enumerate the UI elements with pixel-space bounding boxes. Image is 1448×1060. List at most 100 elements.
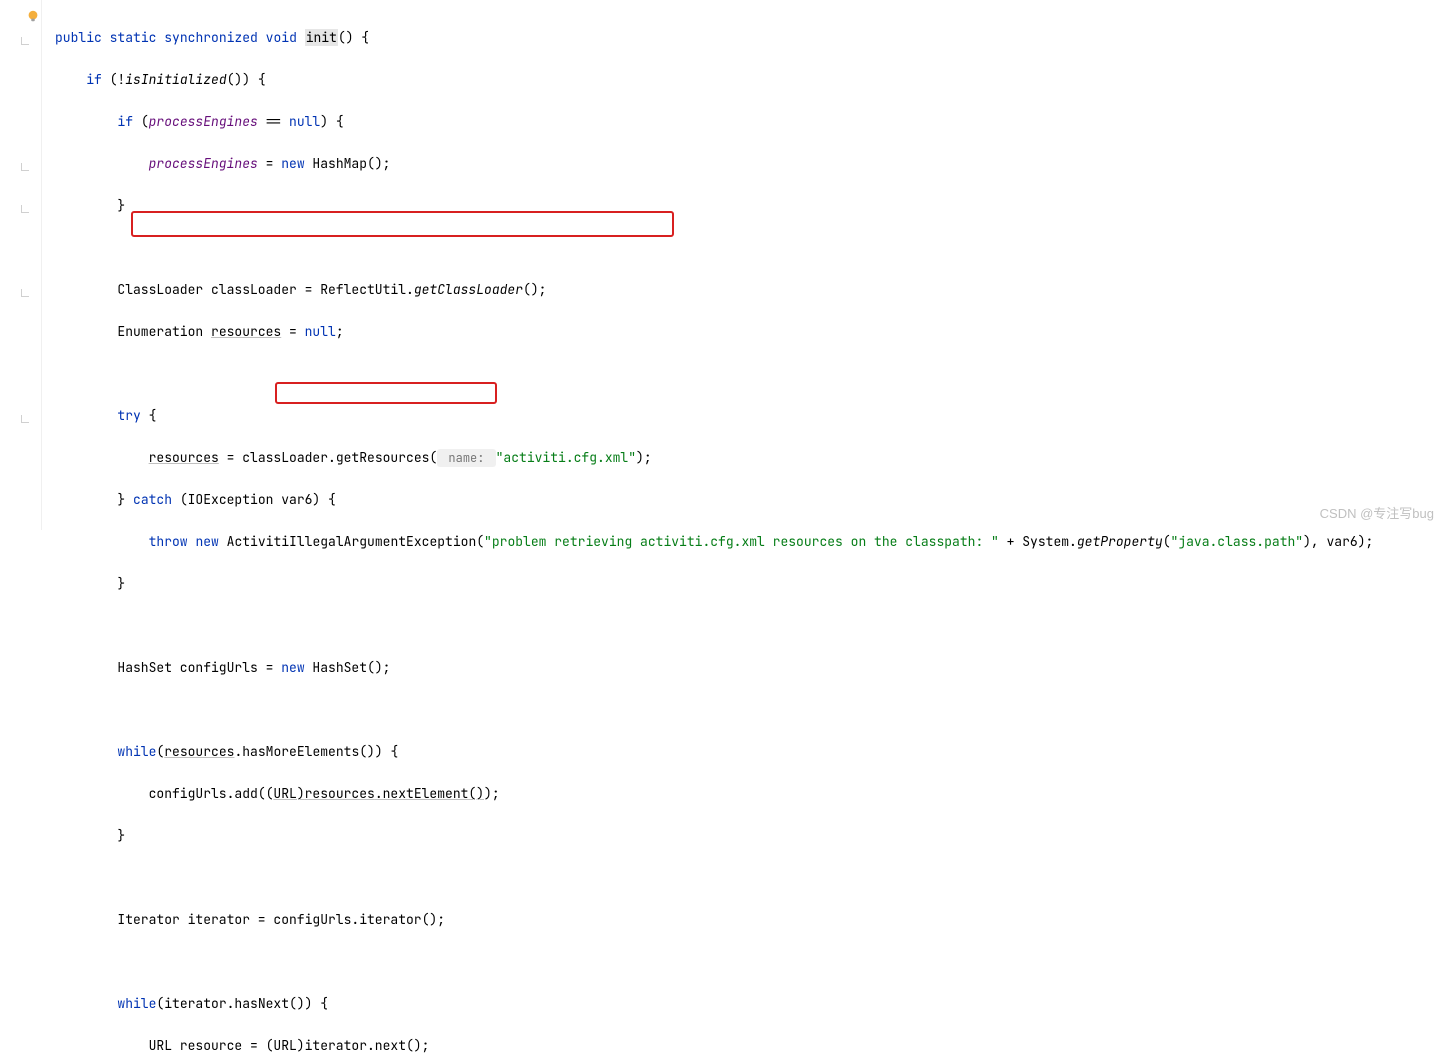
code-text: (iterator.hasNext()) { xyxy=(156,995,328,1012)
code-line[interactable] xyxy=(55,867,1373,888)
code-text: { xyxy=(141,407,157,424)
code-line[interactable]: } catch (IOException var6) { xyxy=(55,489,1373,510)
keyword: if xyxy=(86,71,102,88)
keyword: new xyxy=(195,533,218,550)
fold-mark-icon[interactable] xyxy=(20,162,30,172)
code-text: = xyxy=(281,323,304,340)
method-call: getProperty xyxy=(1077,533,1163,550)
code-line[interactable]: if (!isInitialized()) { xyxy=(55,69,1373,90)
keyword: public xyxy=(55,29,102,46)
field: processEngines xyxy=(149,155,258,172)
code-text: ; xyxy=(336,323,344,340)
keyword: static xyxy=(110,29,157,46)
code-text: URL resource = (URL)iterator.next(); xyxy=(149,1037,430,1054)
code-text: ()) { xyxy=(227,71,266,88)
method-call: getClassLoader xyxy=(414,281,523,298)
code-line[interactable]: if (processEngines == null) { xyxy=(55,111,1373,132)
code-text: + System. xyxy=(999,533,1077,550)
keyword: throw xyxy=(149,533,188,550)
code-text: (IOException var6) { xyxy=(172,491,336,508)
lightbulb-icon[interactable] xyxy=(26,8,40,22)
code-line[interactable]: while(iterator.hasNext()) { xyxy=(55,993,1373,1014)
code-text: ) { xyxy=(320,113,343,130)
string-literal: "activiti.cfg.xml" xyxy=(496,449,636,466)
code-text: (! xyxy=(102,71,125,88)
code-line[interactable]: public static synchronized void init() { xyxy=(55,27,1373,48)
string-literal: "java.class.path" xyxy=(1171,533,1304,550)
code-text: Iterator iterator = configUrls.iterator(… xyxy=(117,911,445,928)
fold-mark-icon[interactable] xyxy=(20,288,30,298)
code-line[interactable]: URL resource = (URL)iterator.next(); xyxy=(55,1035,1373,1056)
code-text: } xyxy=(117,575,125,592)
code-text: } xyxy=(117,491,133,508)
keyword: synchronized xyxy=(164,29,258,46)
watermark-text: CSDN @专注写bug xyxy=(1320,503,1434,524)
code-line[interactable] xyxy=(55,363,1373,384)
keyword: null xyxy=(305,323,336,340)
code-text: .hasMoreElements()) { xyxy=(234,743,398,760)
code-line[interactable] xyxy=(55,951,1373,972)
code-text: ActivitiIllegalArgumentException( xyxy=(219,533,484,550)
code-text: ); xyxy=(484,785,500,802)
code-text: () { xyxy=(338,29,369,46)
code-line[interactable]: } xyxy=(55,825,1373,846)
code-line[interactable]: Iterator iterator = configUrls.iterator(… xyxy=(55,909,1373,930)
code-line[interactable]: resources = classLoader.getResources( na… xyxy=(55,447,1373,468)
variable: resources xyxy=(305,785,375,802)
code-line[interactable]: while(resources.hasMoreElements()) { xyxy=(55,741,1373,762)
code-text: (); xyxy=(523,281,546,298)
code-text: } xyxy=(117,197,125,214)
code-text: Enumeration xyxy=(117,323,211,340)
keyword: new xyxy=(281,659,304,676)
code-text: HashMap(); xyxy=(305,155,391,172)
keyword: if xyxy=(117,113,133,130)
code-line[interactable] xyxy=(55,699,1373,720)
code-line[interactable]: processEngines = new HashMap(); xyxy=(55,153,1373,174)
code-line[interactable]: Enumeration resources = null; xyxy=(55,321,1373,342)
code-line[interactable] xyxy=(55,237,1373,258)
code-line[interactable]: configUrls.add((URL)resources.nextElemen… xyxy=(55,783,1373,804)
code-text: HashSet configUrls = xyxy=(117,659,281,676)
code-line[interactable]: HashSet configUrls = new HashSet(); xyxy=(55,657,1373,678)
code-text: ( xyxy=(156,743,164,760)
keyword: null xyxy=(289,113,320,130)
cast: URL) xyxy=(273,785,304,802)
method-call: .nextElement() xyxy=(375,785,484,802)
keyword: try xyxy=(117,407,140,424)
code-line[interactable]: throw new ActivitiIllegalArgumentExcepti… xyxy=(55,531,1373,552)
code-text: == xyxy=(258,113,289,130)
code-line[interactable]: } xyxy=(55,195,1373,216)
method-name: init xyxy=(305,29,338,46)
variable: resources xyxy=(149,449,219,466)
string-literal: "problem retrieving activiti.cfg.xml res… xyxy=(484,533,999,550)
keyword: new xyxy=(281,155,304,172)
keyword: catch xyxy=(133,491,172,508)
code-editor[interactable]: public static synchronized void init() {… xyxy=(55,6,1373,1060)
code-text: HashSet(); xyxy=(305,659,391,676)
method-call: isInitialized xyxy=(125,71,226,88)
code-text: = xyxy=(258,155,281,172)
code-line[interactable] xyxy=(55,615,1373,636)
code-text: ClassLoader classLoader = ReflectUtil. xyxy=(117,281,413,298)
parameter-hint: name: xyxy=(437,449,495,467)
code-text: = classLoader.getResources( xyxy=(219,449,437,466)
code-text: ); xyxy=(636,449,652,466)
code-text: } xyxy=(117,827,125,844)
code-text: ( xyxy=(1163,533,1171,550)
code-line[interactable]: ClassLoader classLoader = ReflectUtil.ge… xyxy=(55,279,1373,300)
editor-gutter xyxy=(0,0,42,530)
variable: resources xyxy=(164,743,234,760)
field: processEngines xyxy=(149,113,258,130)
code-text: ), var6); xyxy=(1303,533,1373,550)
fold-mark-icon[interactable] xyxy=(20,36,30,46)
code-line[interactable]: try { xyxy=(55,405,1373,426)
code-line[interactable]: } xyxy=(55,573,1373,594)
keyword: while xyxy=(117,743,156,760)
keyword: void xyxy=(266,29,297,46)
code-text: ( xyxy=(133,113,149,130)
code-text: configUrls.add(( xyxy=(149,785,274,802)
fold-mark-icon[interactable] xyxy=(20,204,30,214)
fold-mark-icon[interactable] xyxy=(20,414,30,424)
variable: resources xyxy=(211,323,281,340)
keyword: while xyxy=(117,995,156,1012)
